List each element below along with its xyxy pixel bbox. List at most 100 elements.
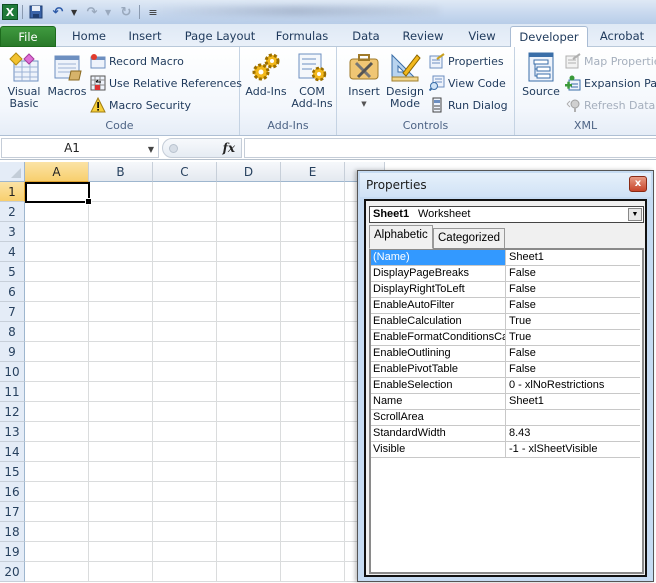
- map-properties-button[interactable]: Map Propertie: [565, 51, 656, 71]
- property-name[interactable]: EnablePivotTable: [371, 362, 506, 377]
- property-row[interactable]: ScrollArea: [371, 410, 640, 426]
- tab-insert[interactable]: Insert: [122, 26, 168, 47]
- expansion-packs-button[interactable]: Expansion Pac: [565, 73, 656, 93]
- use-relative-references-button[interactable]: Use Relative References: [90, 73, 242, 93]
- property-name[interactable]: DisplayRightToLeft: [371, 282, 506, 297]
- tab-page-layout[interactable]: Page Layout: [182, 26, 258, 47]
- excel-logo-icon[interactable]: X: [2, 4, 18, 20]
- close-icon[interactable]: x: [629, 176, 647, 192]
- property-value[interactable]: False: [507, 282, 640, 297]
- insert-control-button[interactable]: Insert ▼: [345, 51, 383, 110]
- refresh-data-button[interactable]: Refresh Data: [565, 95, 655, 115]
- property-row[interactable]: (Name) Sheet1: [371, 250, 640, 266]
- xml-source-button[interactable]: Source: [521, 51, 561, 98]
- property-row[interactable]: EnablePivotTable False: [371, 362, 640, 378]
- property-row[interactable]: EnableSelection 0 - xlNoRestrictions: [371, 378, 640, 394]
- tab-home[interactable]: Home: [66, 26, 112, 47]
- save-icon[interactable]: [27, 3, 45, 21]
- undo-dropdown-icon[interactable]: ▼: [71, 8, 79, 17]
- row-header-15[interactable]: 15: [0, 462, 25, 482]
- property-value[interactable]: -1 - xlSheetVisible: [507, 442, 640, 457]
- property-row[interactable]: EnableCalculation True: [371, 314, 640, 330]
- row-header-18[interactable]: 18: [0, 522, 25, 542]
- redo-dropdown-icon[interactable]: ▼: [105, 8, 113, 17]
- tab-alphabetic[interactable]: Alphabetic: [369, 225, 433, 249]
- property-value[interactable]: True: [507, 330, 640, 345]
- column-header-c[interactable]: C: [153, 162, 217, 182]
- row-header-7[interactable]: 7: [0, 302, 25, 322]
- column-header-d[interactable]: D: [217, 162, 281, 182]
- row-header-8[interactable]: 8: [0, 322, 25, 342]
- property-row[interactable]: EnableAutoFilter False: [371, 298, 640, 314]
- formula-input[interactable]: [244, 138, 656, 158]
- property-value[interactable]: False: [507, 266, 640, 281]
- row-header-11[interactable]: 11: [0, 382, 25, 402]
- com-add-ins-button[interactable]: COM Add-Ins: [290, 51, 334, 110]
- row-header-16[interactable]: 16: [0, 482, 25, 502]
- insert-function-icon[interactable]: fx: [223, 141, 235, 155]
- visual-basic-button[interactable]: Visual Basic: [4, 51, 44, 110]
- row-header-9[interactable]: 9: [0, 342, 25, 362]
- view-code-button[interactable]: View Code: [429, 73, 506, 93]
- property-value[interactable]: False: [507, 298, 640, 313]
- property-row[interactable]: Visible -1 - xlSheetVisible: [371, 442, 640, 458]
- properties-button[interactable]: Properties: [429, 51, 504, 71]
- customize-qat-icon[interactable]: ≡: [144, 3, 162, 21]
- tab-data[interactable]: Data: [346, 26, 386, 47]
- macro-security-button[interactable]: Macro Security: [90, 95, 191, 115]
- record-macro-button[interactable]: Record Macro: [90, 51, 184, 71]
- row-header-1[interactable]: 1: [0, 182, 25, 202]
- property-value[interactable]: 0 - xlNoRestrictions: [507, 378, 640, 393]
- row-header-14[interactable]: 14: [0, 442, 25, 462]
- name-box[interactable]: A1 ▼: [1, 138, 159, 158]
- undo-icon[interactable]: ↶: [49, 3, 67, 21]
- row-header-13[interactable]: 13: [0, 422, 25, 442]
- tab-formulas[interactable]: Formulas: [272, 26, 332, 47]
- property-name[interactable]: Name: [371, 394, 506, 409]
- refresh-icon[interactable]: ↻: [117, 3, 135, 21]
- formula-bar-grip-icon[interactable]: [169, 144, 178, 153]
- tab-acrobat[interactable]: Acrobat: [594, 26, 650, 47]
- tab-developer[interactable]: Developer: [510, 26, 588, 48]
- property-value[interactable]: [507, 410, 640, 425]
- run-dialog-button[interactable]: Run Dialog: [429, 95, 508, 115]
- row-header-10[interactable]: 10: [0, 362, 25, 382]
- property-name[interactable]: StandardWidth: [371, 426, 506, 441]
- property-name[interactable]: (Name): [371, 250, 506, 265]
- select-all-corner[interactable]: [0, 162, 25, 182]
- design-mode-button[interactable]: Design Mode: [385, 51, 425, 110]
- properties-title-bar[interactable]: Properties x: [360, 173, 651, 197]
- active-cell-a1[interactable]: [25, 182, 92, 205]
- redo-icon[interactable]: ↷: [83, 3, 101, 21]
- property-name[interactable]: EnableSelection: [371, 378, 506, 393]
- row-header-3[interactable]: 3: [0, 222, 25, 242]
- property-name[interactable]: EnableCalculation: [371, 314, 506, 329]
- row-header-4[interactable]: 4: [0, 242, 25, 262]
- property-name[interactable]: ScrollArea: [371, 410, 506, 425]
- macros-button[interactable]: Macros: [46, 51, 88, 98]
- property-row[interactable]: DisplayRightToLeft False: [371, 282, 640, 298]
- row-header-20[interactable]: 20: [0, 562, 25, 582]
- property-row[interactable]: DisplayPageBreaks False: [371, 266, 640, 282]
- property-value[interactable]: True: [507, 314, 640, 329]
- property-value[interactable]: Sheet1: [507, 250, 640, 265]
- property-value[interactable]: Sheet1: [507, 394, 640, 409]
- row-header-17[interactable]: 17: [0, 502, 25, 522]
- tab-categorized[interactable]: Categorized: [433, 228, 506, 248]
- row-header-6[interactable]: 6: [0, 282, 25, 302]
- property-row[interactable]: EnableFormatConditionsCalculationTrue: [371, 330, 640, 346]
- property-row[interactable]: Name Sheet1: [371, 394, 640, 410]
- property-name[interactable]: EnableFormatConditionsCalculation: [371, 330, 506, 345]
- property-value[interactable]: False: [507, 346, 640, 361]
- property-value[interactable]: False: [507, 362, 640, 377]
- property-row[interactable]: StandardWidth 8.43: [371, 426, 640, 442]
- tab-view[interactable]: View: [462, 26, 502, 47]
- object-selector-dropdown-icon[interactable]: ▼: [628, 208, 642, 221]
- property-name[interactable]: DisplayPageBreaks: [371, 266, 506, 281]
- column-header-b[interactable]: B: [89, 162, 153, 182]
- row-header-19[interactable]: 19: [0, 542, 25, 562]
- row-header-5[interactable]: 5: [0, 262, 25, 282]
- property-name[interactable]: Visible: [371, 442, 506, 457]
- tab-file[interactable]: File: [0, 26, 56, 47]
- column-header-a[interactable]: A: [25, 162, 89, 182]
